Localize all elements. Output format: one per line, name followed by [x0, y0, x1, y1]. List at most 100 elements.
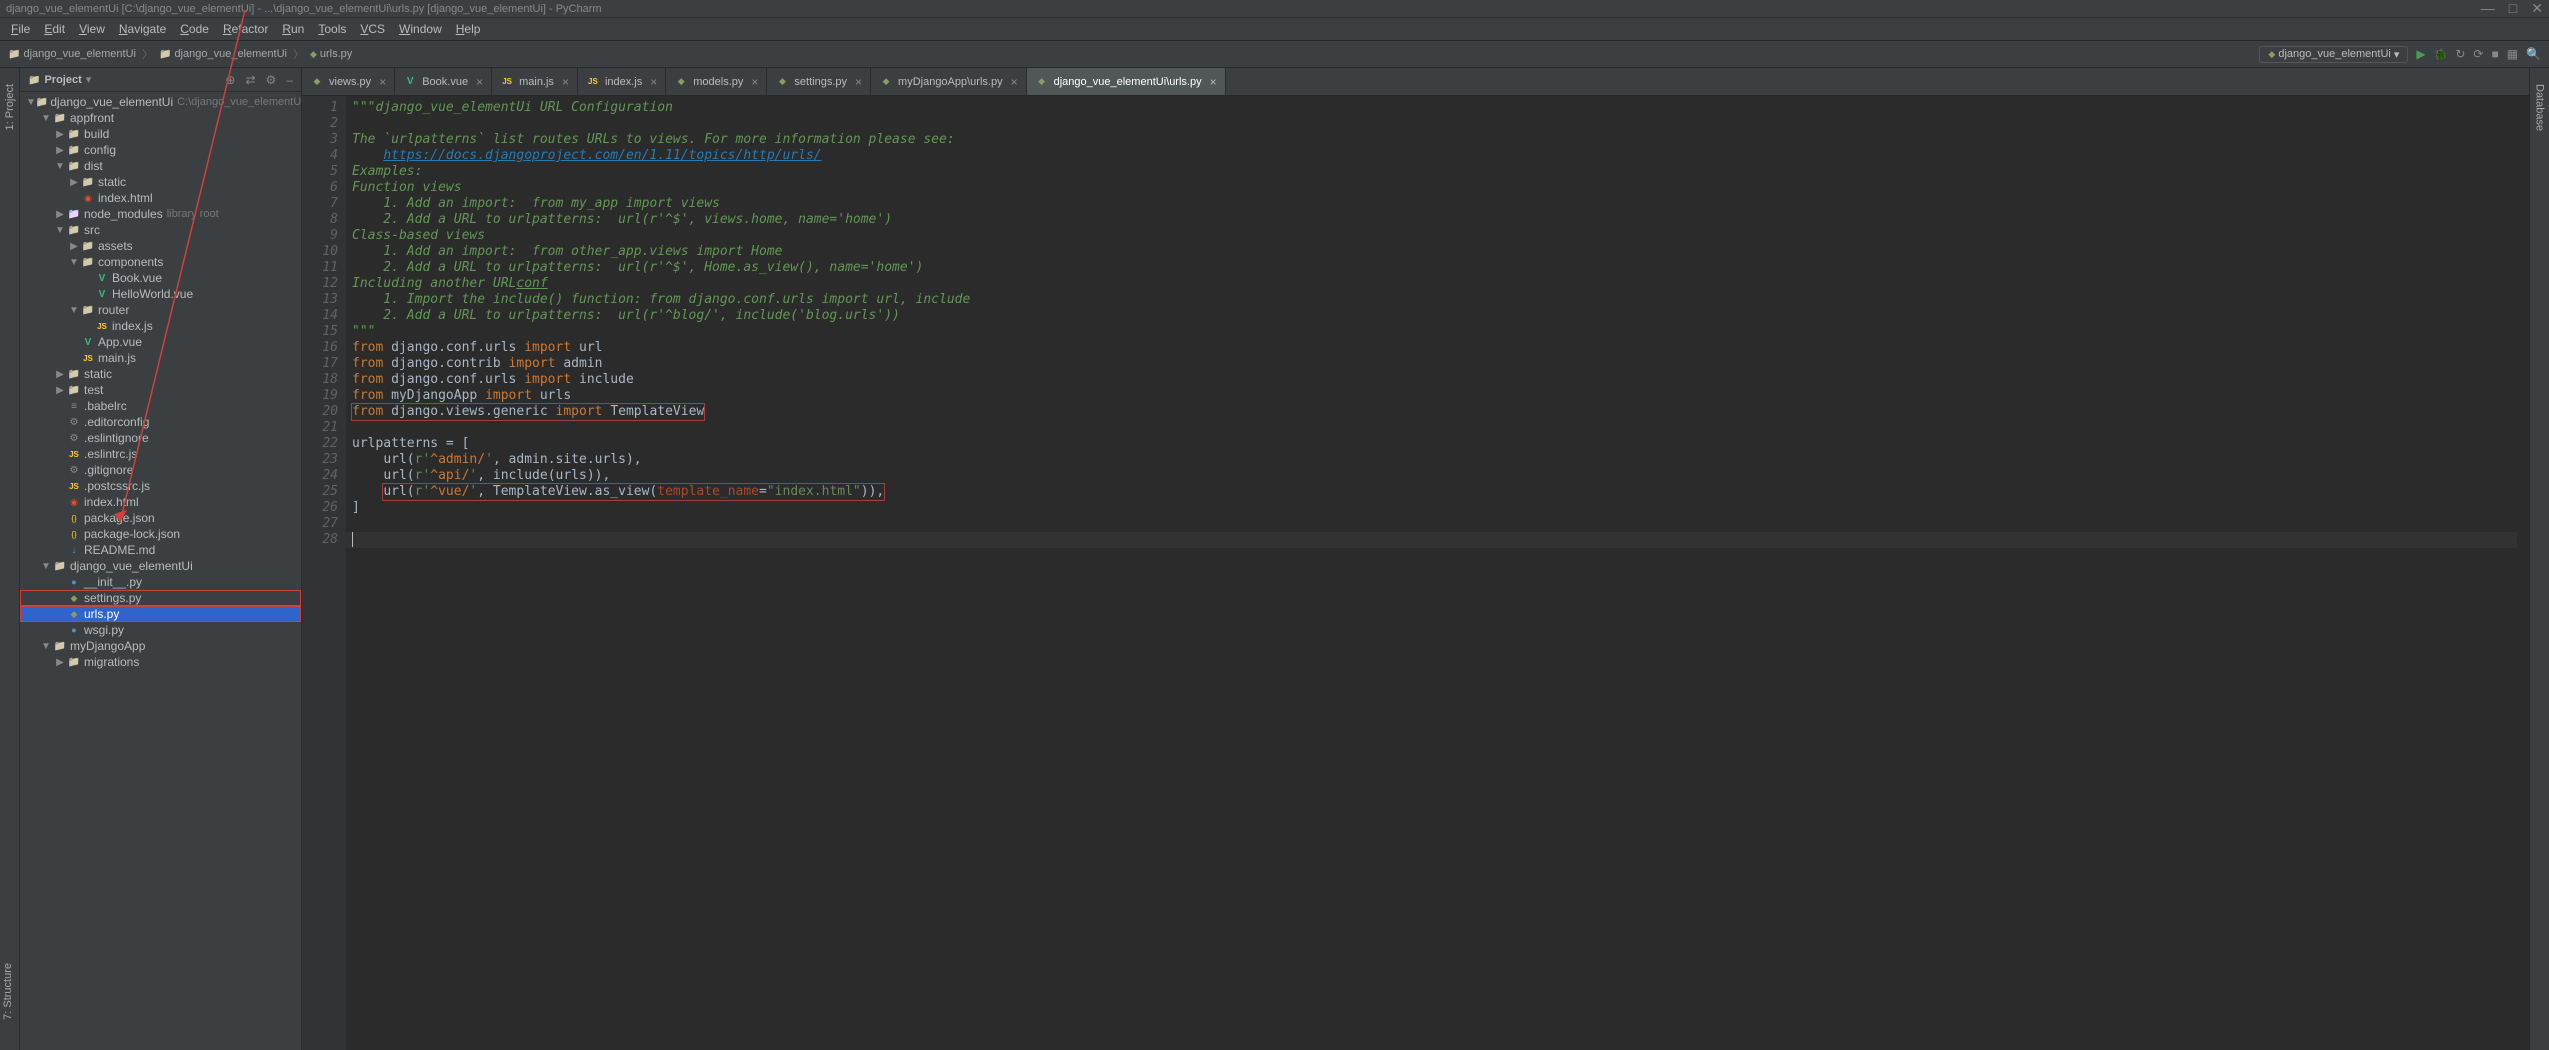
close-button[interactable]: ✕: [2531, 0, 2543, 17]
menu-help[interactable]: Help: [449, 20, 488, 38]
tree-item-package-json[interactable]: package.json: [20, 510, 301, 526]
panel-action-0[interactable]: ⊕: [225, 73, 235, 87]
expand-arrow-icon[interactable]: ▶: [54, 209, 66, 220]
expand-arrow-icon[interactable]: ▶: [68, 177, 80, 188]
tree-item--editorconfig[interactable]: .editorconfig: [20, 414, 301, 430]
breadcrumb-item[interactable]: django_vue_elementUi: [159, 48, 287, 60]
tree-item-django-vue-elementui[interactable]: ▼django_vue_elementUiC:\django_vue_eleme…: [20, 94, 301, 110]
code-content[interactable]: """django_vue_elementUi URL Configuratio…: [346, 96, 2517, 1050]
expand-arrow-icon[interactable]: ▼: [40, 641, 52, 652]
close-icon[interactable]: ×: [476, 75, 483, 89]
expand-arrow-icon[interactable]: ▶: [54, 385, 66, 396]
menu-code[interactable]: Code: [173, 20, 216, 38]
expand-arrow-icon[interactable]: ▶: [54, 369, 66, 380]
minimize-button[interactable]: —: [2481, 0, 2495, 17]
code-line-1[interactable]: """django_vue_elementUi URL Configuratio…: [346, 100, 2517, 116]
code-line-14[interactable]: 2. Add a URL to urlpatterns: url(r'^blog…: [346, 308, 2517, 324]
tree-item-django-vue-elementui[interactable]: ▼django_vue_elementUi: [20, 558, 301, 574]
tree-item-router[interactable]: ▼router: [20, 302, 301, 318]
tab-settings-py[interactable]: settings.py×: [767, 68, 871, 95]
close-icon[interactable]: ×: [379, 75, 386, 89]
code-line-19[interactable]: from myDjangoApp import urls: [346, 388, 2517, 404]
project-tool-tab[interactable]: 1: Project: [4, 84, 16, 130]
run-button[interactable]: [2416, 47, 2425, 61]
expand-arrow-icon[interactable]: ▶: [54, 145, 66, 156]
tree-item-book-vue[interactable]: Book.vue: [20, 270, 301, 286]
code-line-15[interactable]: """: [346, 324, 2517, 340]
code-line-12[interactable]: Including another URLconf: [346, 276, 2517, 292]
editor-scrollbar[interactable]: [2517, 96, 2529, 1050]
code-line-17[interactable]: from django.contrib import admin: [346, 356, 2517, 372]
tree-item--eslintrc-js[interactable]: .eslintrc.js: [20, 446, 301, 462]
tab-main-js[interactable]: main.js×: [492, 68, 578, 95]
expand-arrow-icon[interactable]: ▼: [40, 561, 52, 572]
restart-button[interactable]: ↻: [2455, 47, 2465, 61]
close-icon[interactable]: ×: [1011, 75, 1018, 89]
tree-item-index-js[interactable]: index.js: [20, 318, 301, 334]
expand-arrow-icon[interactable]: ▼: [26, 97, 36, 108]
tree-item-migrations[interactable]: ▶migrations: [20, 654, 301, 670]
tree-item-test[interactable]: ▶test: [20, 382, 301, 398]
project-tree[interactable]: ▼django_vue_elementUiC:\django_vue_eleme…: [20, 92, 301, 1050]
run-configuration-selector[interactable]: django_vue_elementUi ▾: [2259, 46, 2408, 63]
close-icon[interactable]: ×: [1210, 75, 1217, 89]
code-line-3[interactable]: The `urlpatterns` list routes URLs to vi…: [346, 132, 2517, 148]
tree-item-index-html[interactable]: index.html: [20, 190, 301, 206]
tree-item---init---py[interactable]: __init__.py: [20, 574, 301, 590]
code-line-2[interactable]: [346, 116, 2517, 132]
tree-item-readme-md[interactable]: README.md: [20, 542, 301, 558]
tree-item-dist[interactable]: ▼dist: [20, 158, 301, 174]
code-line-7[interactable]: 1. Add an import: from my_app import vie…: [346, 196, 2517, 212]
tree-item-assets[interactable]: ▶assets: [20, 238, 301, 254]
menu-window[interactable]: Window: [392, 20, 449, 38]
code-line-10[interactable]: 1. Add an import: from other_app.views i…: [346, 244, 2517, 260]
tree-item-appfront[interactable]: ▼appfront: [20, 110, 301, 126]
code-line-4[interactable]: https://docs.djangoproject.com/en/1.11/t…: [346, 148, 2517, 164]
code-line-11[interactable]: 2. Add a URL to urlpatterns: url(r'^$', …: [346, 260, 2517, 276]
menu-view[interactable]: View: [72, 20, 112, 38]
tree-item--eslintignore[interactable]: .eslintignore: [20, 430, 301, 446]
close-icon[interactable]: ×: [855, 75, 862, 89]
database-tool-tab[interactable]: Database: [2534, 84, 2546, 131]
tree-item-mydjangoapp[interactable]: ▼myDjangoApp: [20, 638, 301, 654]
code-line-24[interactable]: url(r'^api/', include(urls)),: [346, 468, 2517, 484]
code-line-9[interactable]: Class-based views: [346, 228, 2517, 244]
expand-arrow-icon[interactable]: ▶: [54, 657, 66, 668]
layout-button[interactable]: ▦: [2507, 47, 2518, 61]
menu-refactor[interactable]: Refactor: [216, 20, 275, 38]
expand-arrow-icon[interactable]: ▼: [40, 113, 52, 124]
menu-vcs[interactable]: VCS: [353, 20, 392, 38]
expand-arrow-icon[interactable]: ▼: [54, 161, 66, 172]
code-line-21[interactable]: [346, 420, 2517, 436]
tree-item-static[interactable]: ▶static: [20, 366, 301, 382]
code-line-22[interactable]: urlpatterns = [: [346, 436, 2517, 452]
tab-index-js[interactable]: index.js×: [578, 68, 666, 95]
code-line-8[interactable]: 2. Add a URL to urlpatterns: url(r'^$', …: [346, 212, 2517, 228]
tree-item-package-lock-json[interactable]: package-lock.json: [20, 526, 301, 542]
tab-views-py[interactable]: views.py×: [302, 68, 395, 95]
menu-navigate[interactable]: Navigate: [112, 20, 173, 38]
tree-item-components[interactable]: ▼components: [20, 254, 301, 270]
close-icon[interactable]: ×: [751, 75, 758, 89]
structure-tool-tab[interactable]: 7: Structure: [2, 963, 14, 1020]
close-icon[interactable]: ×: [562, 75, 569, 89]
panel-action-3[interactable]: –: [286, 73, 293, 87]
search-everywhere-icon[interactable]: 🔍: [2526, 47, 2541, 61]
panel-action-1[interactable]: ⇄: [245, 73, 255, 87]
tree-item-urls-py[interactable]: urls.py: [20, 606, 301, 622]
tab-mydjangoapp-urls-py[interactable]: myDjangoApp\urls.py×: [871, 68, 1027, 95]
code-line-16[interactable]: from django.conf.urls import url: [346, 340, 2517, 356]
expand-arrow-icon[interactable]: ▶: [68, 241, 80, 252]
code-line-18[interactable]: from django.conf.urls import include: [346, 372, 2517, 388]
code-line-6[interactable]: Function views: [346, 180, 2517, 196]
menu-edit[interactable]: Edit: [37, 20, 72, 38]
close-icon[interactable]: ×: [650, 75, 657, 89]
menu-file[interactable]: File: [4, 20, 37, 38]
tree-item--babelrc[interactable]: .babelrc: [20, 398, 301, 414]
tab-models-py[interactable]: models.py×: [666, 68, 767, 95]
tree-item--gitignore[interactable]: .gitignore: [20, 462, 301, 478]
menu-run[interactable]: Run: [275, 20, 311, 38]
code-line-13[interactable]: 1. Import the include() function: from d…: [346, 292, 2517, 308]
breadcrumb-item[interactable]: django_vue_elementUi: [8, 48, 136, 60]
expand-arrow-icon[interactable]: ▼: [54, 225, 66, 236]
